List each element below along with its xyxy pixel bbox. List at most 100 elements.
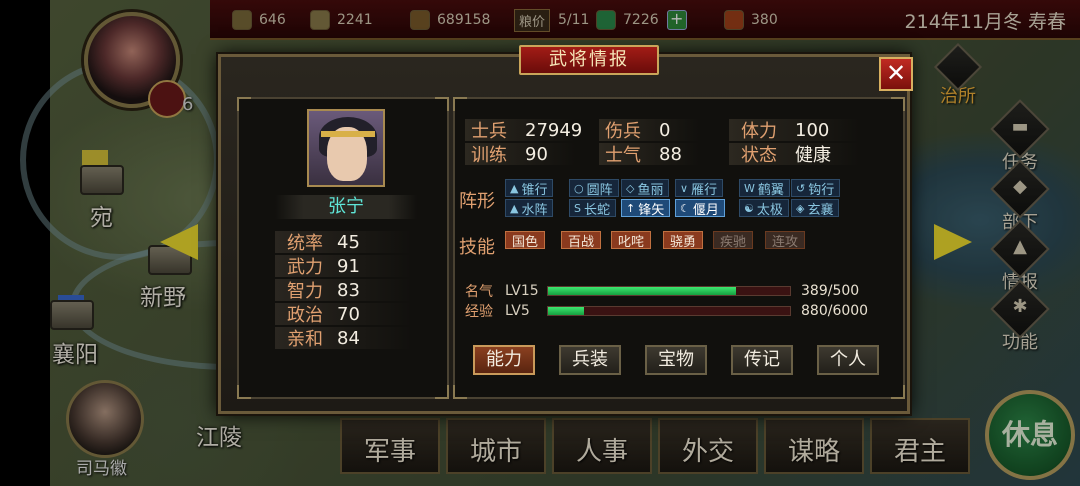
panel-corner [435, 385, 449, 399]
panel-corner [453, 97, 467, 111]
formation-chip[interactable]: ↺ 钩行 [791, 179, 841, 198]
formation-icon: ↑ [626, 201, 636, 215]
formation-label: 阵形 [459, 191, 495, 212]
stat-value: 88 [659, 143, 682, 165]
hero-avatar[interactable] [307, 109, 385, 187]
formation-label: 玄襄 [807, 202, 834, 218]
attribute-value: 83 [337, 279, 360, 301]
stat-label: 士兵 [471, 121, 507, 142]
formation-chip[interactable]: ☾ 偃月 [675, 199, 725, 218]
formation-chip[interactable]: ☯ 太极 [739, 199, 789, 218]
attribute-row: 统率 45 [275, 231, 411, 254]
formation-label: 圆阵 [586, 182, 613, 198]
formation-label: 鱼丽 [637, 182, 664, 198]
hero-name: 张宁 [275, 195, 417, 219]
formation-chip[interactable]: W 鹤翼 [739, 179, 790, 198]
panel-corner [237, 97, 251, 111]
skill-chip[interactable]: 百战 [561, 231, 602, 250]
dialog-title: 武将情报 [519, 45, 659, 75]
tab-biography[interactable]: 传记 [731, 345, 793, 375]
formation-chip[interactable]: ▲ 水阵 [505, 199, 554, 218]
skill-chip[interactable]: 连攻 [765, 231, 806, 250]
exp-bar-row: 经验 LV5 880/6000 [465, 303, 869, 320]
skill-chip[interactable]: 叱咤 [611, 231, 652, 250]
attribute-label: 亲和 [287, 329, 323, 350]
formation-icon: ◈ [796, 201, 805, 215]
formation-label: 锥行 [521, 182, 548, 198]
panel-corner [435, 97, 449, 111]
general-info-dialog: 武将情报 ✕ 张宁 统率 45 武力 91 智力 83 政治 70 亲和 84 … [218, 45, 913, 414]
formation-icon: ○ [574, 181, 584, 195]
stat-label: 体力 [741, 121, 777, 142]
panel-corner [891, 385, 905, 399]
tab-treasure[interactable]: 宝物 [645, 345, 707, 375]
formation-icon: ▲ [510, 181, 519, 195]
attribute-label: 武力 [287, 257, 323, 278]
tab-personal[interactable]: 个人 [817, 345, 879, 375]
formation-chip[interactable]: ▲ 锥行 [505, 179, 554, 198]
stat-training: 训练 90 [471, 143, 548, 167]
exp-progress-bar [547, 306, 791, 316]
bar-value: 389/500 [801, 283, 860, 299]
stat-label: 伤兵 [605, 121, 641, 142]
attribute-row: 智力 83 [275, 279, 411, 302]
formation-icon: ☾ [680, 201, 690, 215]
formation-icon: ∨ [680, 181, 689, 195]
formation-label: 钩行 [808, 182, 835, 198]
bar-value: 880/6000 [801, 303, 869, 319]
panel-corner [453, 385, 467, 399]
formation-label: 长蛇 [583, 202, 610, 218]
formation-chip[interactable]: ◇ 鱼丽 [621, 179, 670, 198]
stat-stamina: 体力 100 [741, 119, 830, 143]
formation-icon: ↺ [796, 181, 806, 195]
formation-icon: ◇ [626, 181, 635, 195]
formation-label: 水阵 [521, 202, 548, 218]
formation-icon: W [744, 181, 755, 195]
formation-chip[interactable]: ∨ 雁行 [675, 179, 724, 198]
progress-fill [548, 307, 584, 315]
attribute-row: 政治 70 [275, 303, 411, 326]
formation-chip[interactable]: S 长蛇 [569, 199, 616, 218]
formation-label: 锋矢 [638, 202, 665, 218]
attribute-value: 70 [337, 303, 360, 325]
tab-ability[interactable]: 能力 [473, 345, 535, 375]
panel-corner [891, 97, 905, 111]
attribute-row: 亲和 84 [275, 327, 411, 350]
hero-panel: 张宁 统率 45 武力 91 智力 83 政治 70 亲和 84 [237, 97, 449, 399]
formation-label: 偃月 [692, 202, 719, 218]
formation-chip[interactable]: ↑ 锋矢 [621, 199, 671, 218]
formation-label: 太极 [756, 202, 783, 218]
formation-chip[interactable]: ○ 圆阵 [569, 179, 619, 198]
panel-corner [237, 385, 251, 399]
bar-label: 名气 [465, 284, 493, 300]
formation-label: 雁行 [691, 182, 718, 198]
formation-label: 鹤翼 [757, 182, 784, 198]
stat-wounded: 伤兵 0 [605, 119, 670, 143]
attribute-label: 统率 [287, 233, 323, 254]
stat-morale: 士气 88 [605, 143, 682, 167]
stat-condition: 状态 健康 [741, 143, 831, 166]
stat-value: 健康 [795, 145, 831, 166]
skill-chip[interactable]: 骁勇 [663, 231, 704, 250]
skill-chip[interactable]: 疾驰 [713, 231, 754, 250]
fame-bar-row: 名气 LV15 389/500 [465, 283, 860, 300]
formation-icon: ☯ [744, 201, 754, 215]
attribute-value: 84 [337, 327, 360, 349]
close-button[interactable]: ✕ [879, 57, 913, 91]
bar-label: 经验 [465, 304, 493, 320]
stat-value: 100 [795, 119, 830, 141]
attribute-value: 91 [337, 255, 360, 277]
attribute-row: 武力 91 [275, 255, 411, 278]
stat-soldiers: 士兵 27949 [471, 119, 583, 143]
stat-value: 27949 [525, 119, 583, 141]
attribute-label: 政治 [287, 305, 323, 326]
stat-label: 士气 [605, 145, 641, 166]
attribute-value: 45 [337, 231, 360, 253]
skill-chip[interactable]: 国色 [505, 231, 546, 250]
formation-icon: ▲ [510, 201, 519, 215]
attribute-label: 智力 [287, 281, 323, 302]
formation-chip[interactable]: ◈ 玄襄 [791, 199, 840, 218]
stat-label: 状态 [741, 145, 777, 166]
tab-equipment[interactable]: 兵装 [559, 345, 621, 375]
bar-level: LV15 [505, 283, 539, 299]
